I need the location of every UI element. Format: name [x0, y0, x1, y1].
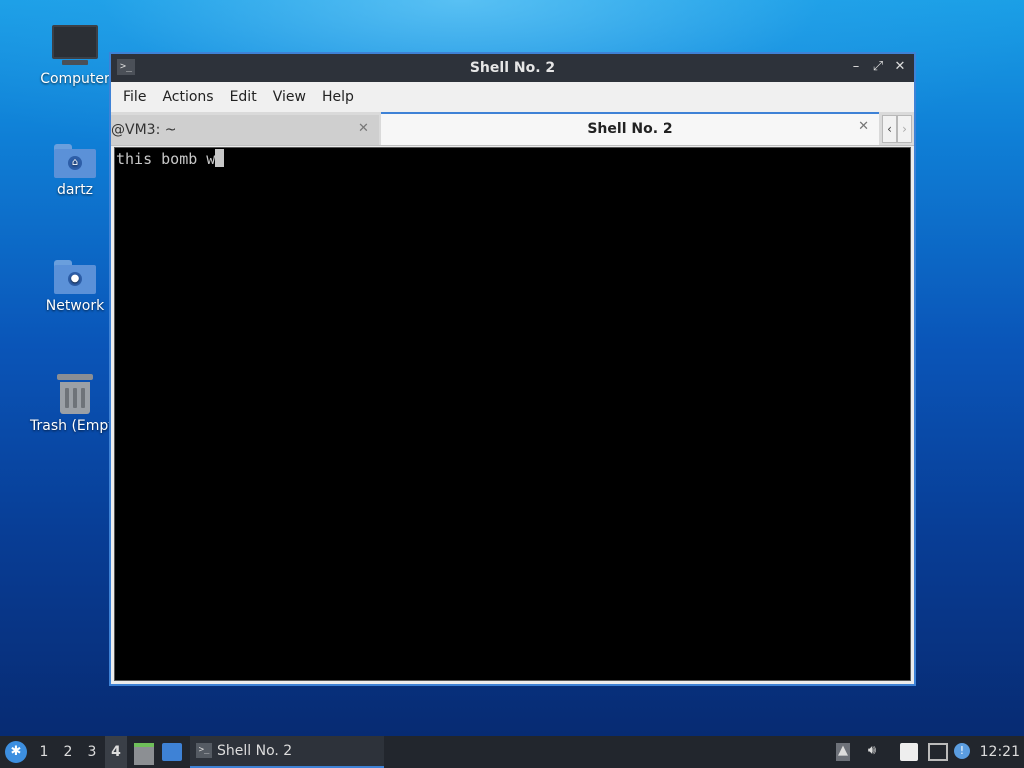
workspace-4[interactable]: 4: [105, 736, 127, 768]
clipboard-icon[interactable]: [900, 743, 918, 761]
update-notification-icon[interactable]: !: [954, 743, 970, 759]
minimize-button[interactable]: –: [848, 58, 864, 76]
close-button[interactable]: ✕: [892, 58, 908, 76]
clock[interactable]: 12:21: [980, 736, 1020, 768]
computer-icon: [52, 25, 98, 65]
desktop-icon-trash[interactable]: Trash (Empty): [30, 374, 128, 434]
workspace-2[interactable]: 2: [57, 736, 79, 768]
task-label: Shell No. 2: [217, 743, 293, 759]
show-desktop-icon[interactable]: [162, 743, 182, 761]
desktop-icon-label: dartz: [56, 182, 94, 198]
network-folder-icon: ●: [54, 260, 96, 294]
tab-scroll-right-icon[interactable]: ›: [897, 115, 912, 143]
trash-icon: [57, 374, 93, 414]
terminal-window: >_ Shell No. 2 – ⤢ ✕ File Actions Edit V…: [110, 53, 915, 685]
volume-icon[interactable]: 🔊︎: [862, 743, 882, 761]
taskbar-task-shell[interactable]: >_ Shell No. 2: [190, 736, 384, 768]
desktop-icon-network[interactable]: ● Network: [30, 260, 120, 314]
home-folder-icon: ⌂: [54, 144, 96, 178]
desktop-icon-home[interactable]: ⌂ dartz: [30, 144, 120, 198]
menu-view[interactable]: View: [265, 89, 314, 105]
tab-scroll-left-icon[interactable]: ‹: [882, 115, 897, 143]
tab-close-icon[interactable]: ✕: [358, 121, 369, 136]
desktop-icon-computer[interactable]: Computer: [30, 25, 120, 87]
window-title: Shell No. 2: [469, 60, 556, 76]
start-menu-icon[interactable]: ✱: [5, 741, 27, 763]
file-manager-icon[interactable]: [134, 743, 154, 765]
tray-arrow-icon[interactable]: ▲: [836, 743, 850, 761]
desktop-icon-label: Computer: [40, 71, 110, 87]
menu-edit[interactable]: Edit: [222, 89, 265, 105]
menubar: File Actions Edit View Help: [111, 82, 914, 112]
tab-label: Shell No. 2: [587, 121, 673, 137]
terminal-text: this bomb w: [116, 150, 216, 168]
terminal-output[interactable]: this bomb w: [114, 147, 911, 681]
menu-file[interactable]: File: [115, 89, 154, 105]
tab-close-icon[interactable]: ✕: [858, 119, 869, 134]
menu-actions[interactable]: Actions: [154, 89, 221, 105]
desktop-icon-label: Network: [45, 298, 105, 314]
tab-vm3[interactable]: @VM3: ~ ✕: [111, 115, 379, 145]
tab-bar: @VM3: ~ ✕ Shell No. 2 ✕ ‹ ›: [111, 112, 914, 146]
desktop-icon-label: Trash (Empty): [30, 418, 128, 434]
workspace-3[interactable]: 3: [81, 736, 103, 768]
tab-label: @VM3: ~: [111, 122, 177, 138]
terminal-cursor: [215, 149, 225, 167]
terminal-app-icon: >_: [196, 743, 212, 758]
network-status-icon[interactable]: [928, 743, 948, 761]
workspace-1[interactable]: 1: [33, 736, 55, 768]
window-titlebar[interactable]: >_ Shell No. 2 – ⤢ ✕: [111, 54, 914, 82]
tab-shell-no-2[interactable]: Shell No. 2 ✕: [381, 112, 879, 145]
taskbar: ✱ 1 2 3 4 >_ Shell No. 2 ▲ 🔊︎ ! 12:21: [0, 736, 1024, 768]
menu-help[interactable]: Help: [314, 89, 362, 105]
maximize-button[interactable]: ⤢: [870, 58, 886, 76]
